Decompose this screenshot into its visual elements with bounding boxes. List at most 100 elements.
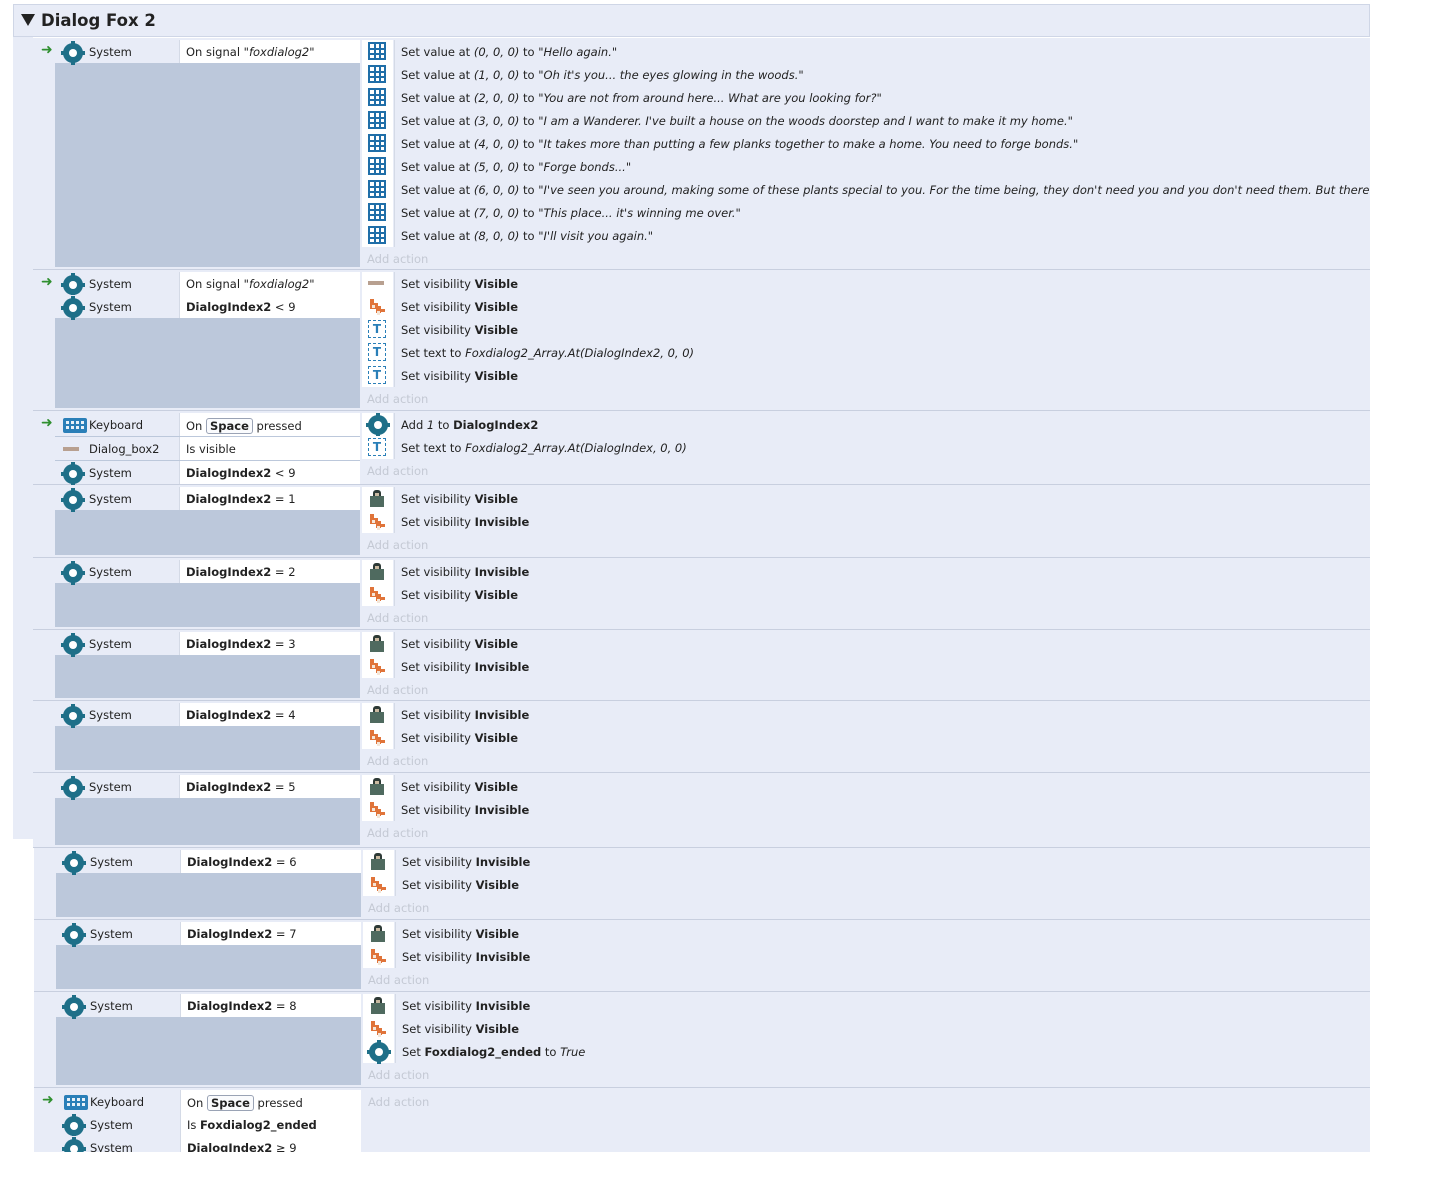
condition-row[interactable]: System DialogIndex2 = 3 xyxy=(55,632,360,657)
action-area[interactable]: Set visibility Visible Set visibility Inv… xyxy=(361,920,1370,991)
condition-area[interactable] xyxy=(55,40,360,267)
condition-text-cell[interactable]: DialogIndex2 < 9 xyxy=(179,461,360,484)
event-group-header[interactable]: Dialog Fox 2 xyxy=(13,4,1370,37)
action-row[interactable]: Set value at (5, 0, 0) to "Forge bonds..… xyxy=(360,155,1370,178)
event-block[interactable]: System DialogIndex2 = 1 Set visibility Vis… xyxy=(33,485,1370,558)
action-row[interactable]: T Set visibility Visible xyxy=(360,364,1370,387)
action-row[interactable]: T Set text to Foxdialog2_Array.At(DialogI… xyxy=(360,341,1370,364)
condition-row[interactable]: Dialog_box2 Is visible xyxy=(55,437,360,460)
add-action-link[interactable]: Add action xyxy=(367,826,428,840)
action-row[interactable]: Set value at (0, 0, 0) to "Hello again." xyxy=(360,40,1370,63)
action-row[interactable]: Set value at (7, 0, 0) to "This place...… xyxy=(360,201,1370,224)
action-row[interactable]: Set Foxdialog2_ended to True xyxy=(361,1040,1370,1064)
action-row[interactable]: Set visibility Invisible xyxy=(360,703,1370,726)
add-action-link[interactable]: Add action xyxy=(367,683,428,697)
event-block[interactable]: System DialogIndex2 = 6 Set visibility Inv… xyxy=(34,848,1370,920)
condition-row[interactable]: System On signal "foxdialog2" xyxy=(55,40,360,65)
condition-object[interactable]: System xyxy=(55,40,179,65)
action-row[interactable]: Set value at (4, 0, 0) to "It takes more… xyxy=(360,132,1370,155)
action-area[interactable]: Set value at (0, 0, 0) to "Hello again."… xyxy=(360,38,1370,269)
action-row[interactable]: Set visibility Visible xyxy=(360,487,1370,510)
condition-object[interactable]: Keyboard xyxy=(55,413,179,436)
event-block[interactable]: System DialogIndex2 = 7 Set visibility Vis… xyxy=(34,920,1370,992)
condition-object[interactable]: System xyxy=(56,1113,180,1138)
condition-text-cell[interactable]: DialogIndex2 = 8 xyxy=(180,994,361,1017)
condition-text-cell[interactable]: Is Foxdialog2_ended xyxy=(180,1113,361,1136)
condition-text-cell[interactable]: DialogIndex2 < 9 xyxy=(179,295,360,318)
condition-object[interactable]: System xyxy=(55,272,179,297)
action-area[interactable]: Set visibility Visible Set visibility Vis… xyxy=(360,270,1370,410)
add-action-link[interactable]: Add action xyxy=(367,611,428,625)
action-row[interactable]: Set visibility Invisible xyxy=(360,798,1370,821)
condition-text-cell[interactable]: On Space pressed xyxy=(180,1090,361,1113)
add-action-link[interactable]: Add action xyxy=(368,901,429,915)
action-row[interactable]: Set visibility Invisible xyxy=(361,994,1370,1017)
event-block[interactable]: System DialogIndex2 = 4 Set visibility Inv… xyxy=(33,701,1370,773)
action-row[interactable]: Add 1 to DialogIndex2 xyxy=(360,413,1370,437)
condition-text-cell[interactable]: DialogIndex2 = 5 xyxy=(179,775,360,798)
action-row[interactable]: Set visibility Visible xyxy=(361,1017,1370,1040)
condition-object[interactable]: System xyxy=(55,560,179,585)
condition-row[interactable]: System DialogIndex2 ≥ 9 xyxy=(56,1136,361,1152)
condition-text-cell[interactable]: On signal "foxdialog2" xyxy=(179,272,360,295)
condition-row[interactable]: System DialogIndex2 = 2 xyxy=(55,560,360,585)
action-row[interactable]: Set value at (8, 0, 0) to "I'll visit yo… xyxy=(360,224,1370,247)
event-block[interactable]: ➜ System On signal "foxdialog2" Set value a… xyxy=(33,38,1370,270)
action-row[interactable]: Set visibility Visible xyxy=(360,632,1370,655)
event-block[interactable]: System DialogIndex2 = 5 Set visibility Vis… xyxy=(33,773,1370,848)
event-block[interactable]: System DialogIndex2 = 8 Set visibility Inv… xyxy=(34,992,1370,1088)
condition-object[interactable]: System xyxy=(56,922,180,947)
condition-row[interactable]: System On signal "foxdialog2" xyxy=(55,272,360,297)
action-row[interactable]: Set visibility Visible xyxy=(361,873,1370,896)
action-row[interactable]: Set visibility Visible xyxy=(360,775,1370,798)
condition-object[interactable]: System xyxy=(55,295,179,320)
condition-object[interactable]: System xyxy=(55,775,179,800)
condition-text-cell[interactable]: DialogIndex2 = 2 xyxy=(179,560,360,583)
condition-object[interactable]: System xyxy=(55,703,179,728)
action-row[interactable]: Set visibility Visible xyxy=(360,295,1370,318)
event-block[interactable]: ➜ Keyboard On Space pressed System Is Foxdia… xyxy=(34,1088,1370,1152)
action-row[interactable]: Set visibility Visible xyxy=(360,272,1370,295)
condition-object[interactable]: System xyxy=(55,461,179,486)
add-action-link[interactable]: Add action xyxy=(367,464,428,478)
action-row[interactable]: Set value at (2, 0, 0) to "You are not f… xyxy=(360,86,1370,109)
action-row[interactable]: Set value at (6, 0, 0) to "I've seen you… xyxy=(360,178,1370,201)
action-area[interactable]: Add action xyxy=(361,1088,1370,1152)
action-row[interactable]: Set value at (1, 0, 0) to "Oh it's you..… xyxy=(360,63,1370,86)
condition-row[interactable]: System DialogIndex2 = 4 xyxy=(55,703,360,728)
condition-row[interactable]: System DialogIndex2 = 6 xyxy=(56,850,361,875)
condition-text-cell[interactable]: Is visible xyxy=(179,437,360,460)
condition-object[interactable]: System xyxy=(56,1136,180,1152)
event-block[interactable]: System DialogIndex2 = 2 Set visibility Inv… xyxy=(33,558,1370,630)
condition-text-cell[interactable]: DialogIndex2 = 3 xyxy=(179,632,360,655)
event-block[interactable]: ➜ System On signal "foxdialog2" System Dialo… xyxy=(33,270,1370,411)
action-row[interactable]: T Set text to Foxdialog2_Array.At(DialogI… xyxy=(360,436,1370,459)
condition-row[interactable]: System DialogIndex2 < 9 xyxy=(55,461,360,486)
action-row[interactable]: Set visibility Invisible xyxy=(361,850,1370,873)
action-row[interactable]: Set visibility Invisible xyxy=(360,510,1370,533)
condition-object[interactable]: Dialog_box2 xyxy=(55,437,179,460)
add-action-link[interactable]: Add action xyxy=(368,1068,429,1082)
action-area[interactable]: Set visibility Invisible Set visibility V… xyxy=(360,701,1370,772)
action-area[interactable]: Add 1 to DialogIndex2 T Set text to Foxdia… xyxy=(360,411,1370,484)
condition-text-cell[interactable]: DialogIndex2 ≥ 9 xyxy=(180,1136,361,1152)
condition-text-cell[interactable]: DialogIndex2 = 4 xyxy=(179,703,360,726)
action-row[interactable]: Set visibility Visible xyxy=(360,726,1370,749)
action-area[interactable]: Set visibility Invisible Set visibility V… xyxy=(360,558,1370,629)
condition-object[interactable]: System xyxy=(55,487,179,512)
condition-text-cell[interactable]: DialogIndex2 = 1 xyxy=(179,487,360,510)
add-action-link[interactable]: Add action xyxy=(367,754,428,768)
condition-text-cell[interactable]: DialogIndex2 = 7 xyxy=(180,922,361,945)
action-area[interactable]: Set visibility Visible Set visibility Inv… xyxy=(360,630,1370,700)
action-area[interactable]: Set visibility Invisible Set visibility V… xyxy=(361,992,1370,1087)
action-row[interactable]: Set visibility Visible xyxy=(361,922,1370,945)
condition-object[interactable]: System xyxy=(56,850,180,875)
action-row[interactable]: Set visibility Visible xyxy=(360,583,1370,606)
action-row[interactable]: Set visibility Invisible xyxy=(360,560,1370,583)
add-action-link[interactable]: Add action xyxy=(368,973,429,987)
action-row[interactable]: Set visibility Invisible xyxy=(360,655,1370,678)
add-action-link[interactable]: Add action xyxy=(367,252,428,266)
condition-row[interactable]: Keyboard On Space pressed xyxy=(55,413,360,436)
condition-object[interactable]: System xyxy=(56,994,180,1019)
condition-text-cell[interactable]: On signal "foxdialog2" xyxy=(179,40,360,63)
